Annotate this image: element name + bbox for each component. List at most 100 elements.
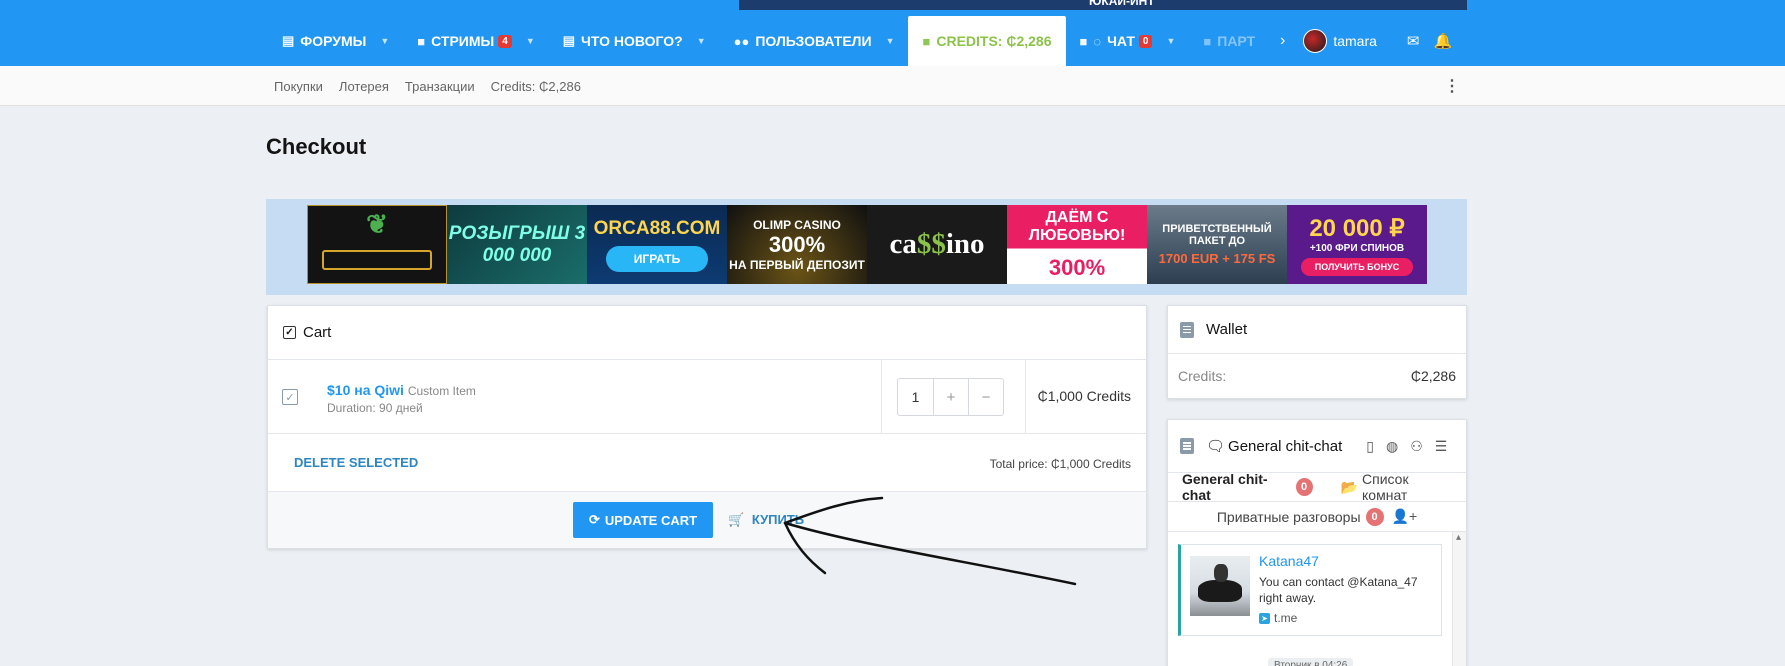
laurel-icon: ❦ — [366, 209, 388, 239]
tab-general-chit-chat[interactable]: General chit-chat 0 — [1168, 471, 1327, 503]
nav-item-users[interactable]: ●● ПОЛЬЗОВАТЕЛИ ▼ — [720, 16, 909, 66]
top-navbar: ЮКАЙ-ИНТ ▤ ФОРУМЫ ▼ ■ СТРИМЫ 4 ▼ ▤ ЧТО Н… — [0, 0, 1785, 66]
sub-nav: Покупки Лотерея Транзакции Credits: ₵2,2… — [0, 66, 1785, 106]
nav-item-partners[interactable]: ■ ПАРТ — [1189, 16, 1269, 66]
message-user[interactable]: Katana47 — [1259, 553, 1319, 569]
top-ad-banner[interactable]: ЮКАЙ-ИНТ — [739, 0, 1467, 10]
item-type: Custom Item — [407, 384, 476, 398]
group-icon[interactable]: ⚇ — [1410, 438, 1423, 455]
chevron-down-icon[interactable]: ▼ — [697, 36, 706, 46]
subnav-lottery[interactable]: Лотерея — [339, 79, 389, 94]
username[interactable]: tamara — [1333, 33, 1377, 49]
nav-label: ЧТО НОВОГО? — [581, 33, 683, 49]
folder-icon: ■ — [1079, 33, 1088, 49]
chat-icon: ▤ — [562, 33, 576, 48]
message-link[interactable]: ➤ t.me — [1259, 611, 1297, 625]
quantity-input[interactable]: 1 — [898, 379, 933, 415]
ad-1[interactable]: ❦ — [307, 205, 447, 284]
more-options-icon[interactable]: ⋮ — [1444, 76, 1460, 96]
chat-scrollbar[interactable] — [1452, 532, 1466, 666]
nav-label: ЧАТ — [1107, 33, 1135, 49]
ad-top: ДАЁМ С ЛЮБОВЬЮ! — [1028, 208, 1126, 244]
document-icon — [1180, 438, 1194, 454]
message-link-text: t.me — [1274, 611, 1298, 625]
item-select-checkbox[interactable]: ✓ — [282, 389, 298, 405]
wallet-credits-row: Credits: ₵2,286 — [1168, 354, 1466, 398]
globe-icon[interactable]: ◍ — [1386, 438, 1398, 455]
mail-icon[interactable]: ✉ — [1407, 32, 1420, 50]
document-icon — [1180, 321, 1194, 338]
avatar[interactable] — [1303, 29, 1328, 53]
ad-6[interactable]: ДАЁМ С ЛЮБОВЬЮ! 300% — [1007, 205, 1147, 284]
ad-pct: 300% — [1048, 254, 1106, 280]
minus-button[interactable]: − — [968, 379, 1003, 415]
chat-tabs: General chit-chat 0 📂 Список комнат — [1168, 471, 1466, 503]
ad-button[interactable]: ИГРАТЬ — [605, 245, 709, 272]
chat-header: 🗨 General chit-chat ▯ ◍ ⚇ ☰ — [1168, 420, 1466, 472]
wallet-panel: Wallet Credits: ₵2,286 — [1167, 305, 1467, 399]
total-price: Total price: ₵1,000 Credits — [989, 457, 1131, 471]
tab-room-list[interactable]: 📂 Список комнат — [1327, 471, 1466, 503]
ad-amount: 20 000 ₽ — [1309, 214, 1405, 242]
user-nav: › tamara ✉ 🔔 — [1280, 16, 1452, 66]
update-cart-button[interactable]: ⟳ UPDATE CART — [573, 502, 713, 538]
cart-icon: 🛒 — [728, 512, 745, 527]
nav-item-credits[interactable]: ■ CREDITS: ₵2,286 — [908, 16, 1066, 66]
chat-messages: Katana47 You can contact @Katana_47 righ… — [1168, 532, 1466, 666]
chevron-down-icon[interactable]: ▼ — [1166, 36, 1175, 46]
bell-icon[interactable]: 🔔 — [1433, 32, 1452, 50]
ad-brand: OLIMP CASINO — [753, 217, 841, 232]
private-chats-tab[interactable]: Приватные разговоры 0 👤+ — [1168, 502, 1466, 532]
ad-8[interactable]: 20 000 ₽ +100 ФРИ СПИНОВ ПОЛУЧИТЬ БОНУС — [1287, 205, 1427, 284]
users-icon: ●● — [733, 33, 750, 49]
nav-item-forums[interactable]: ▤ ФОРУМЫ ▼ — [268, 16, 403, 66]
wallet-credits-label: Credits: — [1178, 368, 1227, 384]
add-user-icon[interactable]: 👤+ — [1392, 508, 1418, 525]
checkbox-icon: ✓ — [283, 326, 296, 339]
ad-sub: +100 ФРИ СПИНОВ — [1309, 242, 1405, 254]
delete-selected-button[interactable]: DELETE SELECTED — [294, 455, 418, 470]
nav-label: CREDITS: ₵2,286 — [936, 33, 1052, 49]
subnav-purchases[interactable]: Покупки — [274, 79, 323, 94]
main-nav: ▤ ФОРУМЫ ▼ ■ СТРИМЫ 4 ▼ ▤ ЧТО НОВОГО? ▼ … — [268, 16, 1269, 66]
subnav-transactions[interactable]: Транзакции — [405, 79, 475, 94]
message-timestamp: Вторник в 04:26 — [1268, 658, 1354, 666]
subnav-credits[interactable]: Credits: ₵2,286 — [491, 79, 581, 94]
message-text: You can contact @Katana_47 right away. — [1259, 575, 1418, 605]
chevron-down-icon[interactable]: ▼ — [526, 36, 535, 46]
ad-top: ПРИВЕТСТВЕННЫЙ ПАКЕТ ДО — [1162, 223, 1272, 247]
menu-icon[interactable]: ☰ — [1435, 438, 1448, 455]
chevron-right-icon[interactable]: › — [1280, 32, 1285, 50]
item-duration: Duration: 90 дней — [327, 401, 423, 415]
telegram-icon: ➤ — [1259, 612, 1270, 624]
ad-5[interactable]: ca$$ino — [867, 205, 1007, 284]
ad-button[interactable]: ПОЛУЧИТЬ БОНУС — [1300, 257, 1414, 276]
message-thumbnail[interactable] — [1190, 556, 1250, 616]
chat-bubble-icon: ◌ — [1093, 33, 1102, 49]
plus-button[interactable]: + — [933, 379, 968, 415]
nav-item-streams[interactable]: ■ СТРИМЫ 4 ▼ — [403, 16, 548, 66]
nav-badge: 0 — [1138, 34, 1153, 48]
ad-3[interactable]: ORCA88.COM ИГРАТЬ — [587, 205, 727, 284]
item-name-link[interactable]: $10 на Qiwi — [327, 382, 404, 398]
quantity-stepper: 1 + − — [897, 378, 1004, 416]
chat-bubble-icon: 🗨 — [1206, 438, 1226, 455]
tab-label: General chit-chat — [1182, 471, 1268, 503]
room-count-badge: 0 — [1295, 478, 1313, 496]
quantity-cell: 1 + − — [881, 360, 1026, 434]
ad-title: ORCA88.COM — [593, 217, 721, 239]
ad-4[interactable]: OLIMP CASINO 300% НА ПЕРВЫЙ ДЕПОЗИТ — [727, 205, 867, 284]
ad-7[interactable]: ПРИВЕТСТВЕННЫЙ ПАКЕТ ДО 1700 EUR + 175 F… — [1147, 205, 1287, 284]
rules-icon[interactable]: ▯ — [1366, 438, 1374, 455]
buy-button[interactable]: 🛒 КУПИТЬ — [728, 512, 804, 528]
ad-eur: 1700 EUR + 175 FS — [1158, 251, 1276, 266]
chat-panel: 🗨 General chit-chat ▯ ◍ ⚇ ☰ General chit… — [1167, 419, 1467, 666]
chevron-down-icon[interactable]: ▼ — [380, 36, 389, 46]
nav-item-chat[interactable]: ■ ◌ ЧАТ 0 ▼ — [1066, 16, 1190, 66]
cart-panel: ✓ Cart ✓ $10 на Qiwi Custom Item Duratio… — [267, 305, 1147, 549]
ad-text: РОЗЫГРЫШ 3 000 000 — [448, 222, 586, 266]
ad-2[interactable]: РОЗЫГРЫШ 3 000 000 — [447, 205, 587, 284]
nav-item-whats-new[interactable]: ▤ ЧТО НОВОГО? ▼ — [549, 16, 720, 66]
chat-icon: ▤ — [282, 33, 295, 48]
chevron-down-icon[interactable]: ▼ — [886, 36, 895, 46]
